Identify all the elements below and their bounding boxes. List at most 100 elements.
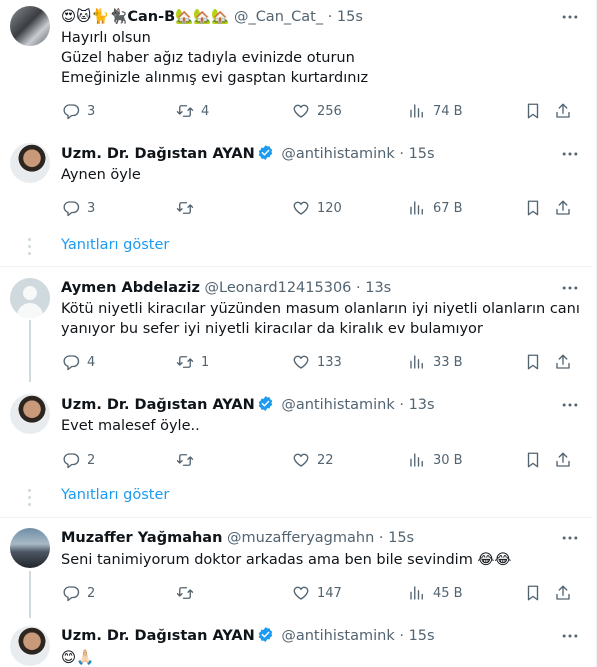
retweet-icon — [176, 454, 194, 466]
tweet-text-line: Hayırlı olsun — [61, 30, 151, 46]
reply-button[interactable]: 3 — [62, 99, 95, 123]
timestamp[interactable]: 13s — [365, 280, 391, 296]
like-count: 147 — [317, 585, 342, 601]
tweet[interactable]: Uzm. Dr. Dağıstan AYAN @antihistamink · … — [0, 382, 592, 482]
views-icon — [410, 104, 423, 118]
display-name[interactable]: Muzaffer Yağmahan — [61, 530, 222, 546]
reply-count: 4 — [87, 354, 96, 370]
show-replies-link[interactable]: Yanıtları göster — [61, 237, 169, 253]
display-name[interactable]: Uzm. Dr. Dağıstan AYAN — [61, 146, 255, 162]
tweet[interactable]: 😍🐱🐈🐈‍⬛Can-B🏡🏡🏡 @_Can_Cat_ · 15s Hayırlı … — [0, 0, 592, 131]
display-name[interactable]: Uzm. Dr. Dağıstan AYAN — [61, 397, 255, 413]
display-name[interactable]: 😍🐱🐈🐈‍⬛Can-B🏡🏡🏡 — [61, 9, 229, 25]
retweet-button[interactable] — [176, 196, 201, 220]
handle[interactable]: @muzafferyagmahn — [227, 530, 374, 546]
avatar[interactable] — [10, 278, 50, 318]
views-icon — [410, 586, 423, 600]
bookmark-button[interactable] — [524, 448, 542, 472]
reply-button[interactable]: 2 — [62, 448, 95, 472]
separator-dot: · — [378, 530, 384, 546]
retweet-button[interactable]: 4 — [176, 99, 209, 123]
avatar[interactable] — [10, 626, 50, 666]
reply-button[interactable]: 4 — [62, 350, 95, 374]
like-icon — [293, 586, 309, 600]
tweet-header: Uzm. Dr. Dağıstan AYAN @antihistamink · … — [61, 395, 435, 415]
bookmark-button[interactable] — [524, 196, 542, 220]
handle[interactable]: @antihistamink — [281, 146, 394, 162]
bookmark-button[interactable] — [524, 99, 542, 123]
tweet[interactable]: Uzm. Dr. Dağıstan AYAN @antihistamink · … — [0, 618, 592, 667]
reply-count: 3 — [87, 200, 96, 216]
timestamp[interactable]: 15s — [337, 9, 363, 25]
views-button[interactable]: 33 B — [408, 350, 463, 374]
more-icon[interactable] — [558, 278, 582, 298]
more-icon[interactable] — [558, 626, 582, 646]
more-icon[interactable] — [558, 528, 582, 548]
tweet-text: Evet malesef öyle.. — [61, 416, 581, 436]
share-button[interactable] — [554, 99, 572, 123]
like-button[interactable]: 147 — [292, 581, 342, 605]
action-bar: 3 4 256 74 B — [54, 99, 584, 123]
reply-button[interactable]: 2 — [62, 581, 95, 605]
retweet-button[interactable] — [176, 581, 201, 605]
like-button[interactable]: 22 — [292, 448, 334, 472]
thread-dots — [28, 489, 32, 510]
views-button[interactable]: 67 B — [408, 196, 463, 220]
show-replies-link[interactable]: Yanıtları göster — [61, 487, 169, 503]
share-button[interactable] — [554, 350, 572, 374]
timestamp[interactable]: 15s — [409, 146, 435, 162]
tweet-text-line: Evet malesef öyle.. — [61, 418, 200, 434]
retweet-count: 1 — [201, 354, 210, 370]
display-name[interactable]: Uzm. Dr. Dağıstan AYAN — [61, 628, 255, 644]
handle[interactable]: @antihistamink — [281, 628, 394, 644]
bookmark-icon — [527, 103, 539, 119]
views-icon — [410, 453, 423, 467]
timestamp[interactable]: 13s — [409, 397, 435, 413]
action-bar: 2 147 45 B — [54, 581, 584, 605]
retweet-button[interactable] — [176, 448, 201, 472]
handle[interactable]: @_Can_Cat_ — [234, 9, 323, 25]
avatar[interactable] — [10, 394, 50, 434]
more-icon[interactable] — [558, 7, 582, 27]
retweet-count: 4 — [201, 103, 210, 119]
views-button[interactable]: 45 B — [408, 581, 463, 605]
more-icon[interactable] — [558, 144, 582, 164]
bookmark-button[interactable] — [524, 350, 542, 374]
share-button[interactable] — [554, 581, 572, 605]
display-name[interactable]: Aymen Abdelaziz — [61, 280, 200, 296]
tweet-text: Aynen öyle — [61, 165, 581, 185]
handle[interactable]: @antihistamink — [281, 397, 394, 413]
share-button[interactable] — [554, 196, 572, 220]
bookmark-icon — [527, 354, 539, 370]
tweet-text-line: 😊🙏🏻 — [61, 650, 95, 666]
share-button[interactable] — [554, 448, 572, 472]
avatar[interactable] — [10, 528, 50, 568]
tweet[interactable]: Uzm. Dr. Dağıstan AYAN @antihistamink · … — [0, 131, 592, 231]
verified-badge-icon — [258, 145, 272, 160]
views-button[interactable]: 74 B — [408, 99, 463, 123]
tweet-header: Aymen Abdelaziz @Leonard12415306 · 13s — [61, 278, 391, 298]
view-count: 45 B — [433, 585, 463, 601]
more-icon[interactable] — [558, 395, 582, 415]
timestamp[interactable]: 15s — [388, 530, 414, 546]
views-button[interactable]: 30 B — [408, 448, 463, 472]
tweet-header: Muzaffer Yağmahan @muzafferyagmahn · 15s — [61, 528, 414, 548]
reply-button[interactable]: 3 — [62, 196, 95, 220]
bookmark-button[interactable] — [524, 581, 542, 605]
tweet-text-line: Güzel haber ağız tadıyla evinizde oturun — [61, 50, 355, 66]
tweet-text: 😊🙏🏻 — [61, 648, 581, 667]
like-button[interactable]: 133 — [292, 350, 342, 374]
verified-badge-icon — [258, 627, 272, 642]
view-count: 74 B — [433, 103, 463, 119]
like-count: 22 — [317, 452, 334, 468]
avatar[interactable] — [10, 143, 50, 183]
avatar[interactable] — [10, 6, 50, 46]
like-button[interactable]: 256 — [292, 99, 342, 123]
like-button[interactable]: 120 — [292, 196, 342, 220]
tweet-text-line: Kötü niyetli kiracılar yüzünden masum ol… — [61, 301, 580, 317]
tweet[interactable]: Aymen Abdelaziz @Leonard12415306 · 13s K… — [0, 267, 592, 382]
retweet-button[interactable]: 1 — [176, 350, 209, 374]
tweet[interactable]: Muzaffer Yağmahan @muzafferyagmahn · 15s… — [0, 518, 592, 618]
handle[interactable]: @Leonard12415306 — [205, 280, 352, 296]
timestamp[interactable]: 15s — [409, 628, 435, 644]
